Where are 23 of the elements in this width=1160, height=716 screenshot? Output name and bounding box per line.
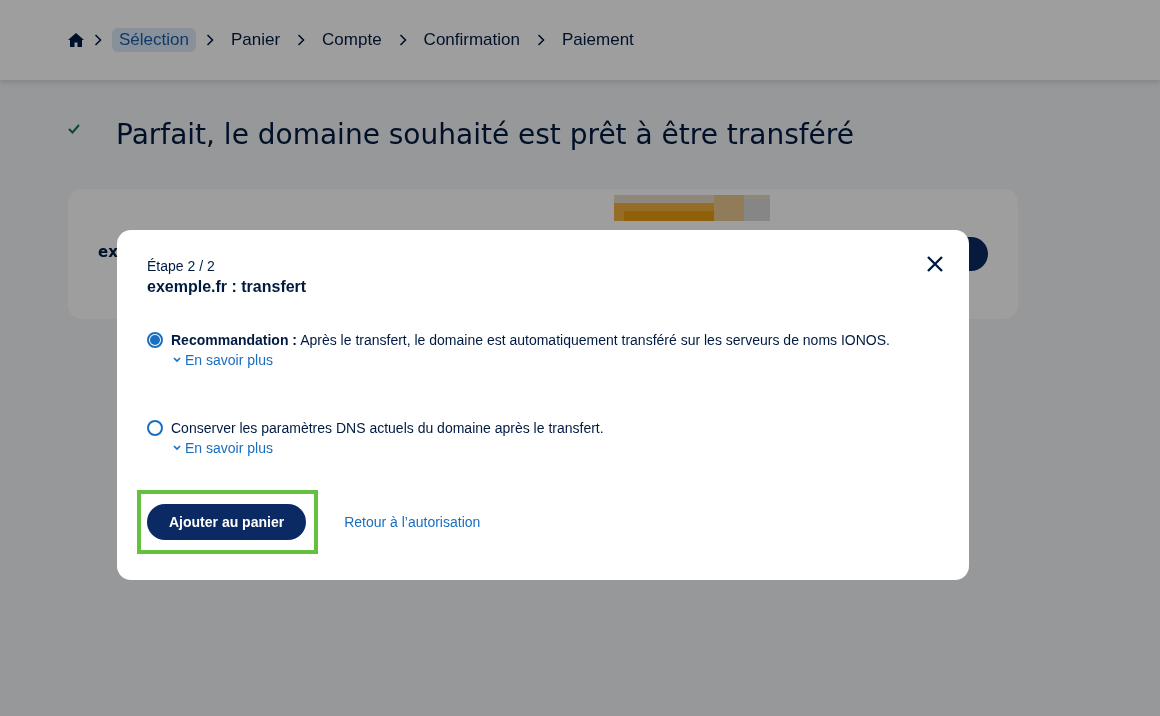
radio-button[interactable]	[147, 332, 163, 348]
home-icon[interactable]	[68, 33, 84, 47]
chevron-icon	[535, 34, 547, 46]
learn-more-link[interactable]: En savoir plus	[173, 440, 273, 456]
option-label: Conserver les paramètres DNS actuels du domaine après le transfert.	[171, 420, 604, 436]
chevron-down-icon	[173, 445, 181, 451]
domain-text: ex	[98, 243, 118, 261]
breadcrumb-item[interactable]: Panier	[223, 28, 288, 52]
breadcrumb-item[interactable]: Confirmation	[416, 28, 527, 52]
check-icon	[68, 124, 80, 134]
chevron-icon	[92, 34, 104, 46]
add-to-cart-button[interactable]: Ajouter au panier	[147, 504, 307, 540]
back-link[interactable]: Retour à l’autorisation	[344, 514, 481, 530]
breadcrumb-item[interactable]: Paiement	[555, 28, 641, 52]
dialog-title: exemple.fr : transfert	[147, 278, 308, 296]
page-title: Parfait, le domaine souhaité est prêt à être transféré	[116, 118, 854, 151]
step-label: Étape 2 / 2	[147, 258, 216, 274]
breadcrumb-item[interactable]: Compte	[315, 28, 389, 52]
radio-button[interactable]	[147, 420, 163, 436]
learn-more-link[interactable]: En savoir plus	[173, 352, 273, 368]
chevron-down-icon	[173, 357, 181, 363]
option-label: Recommandation : Après le transfert, le domaine est automatiquement transféré sur les serveurs de noms IONOS.	[171, 332, 890, 348]
breadcrumb-item[interactable]: Sélection	[112, 28, 196, 52]
